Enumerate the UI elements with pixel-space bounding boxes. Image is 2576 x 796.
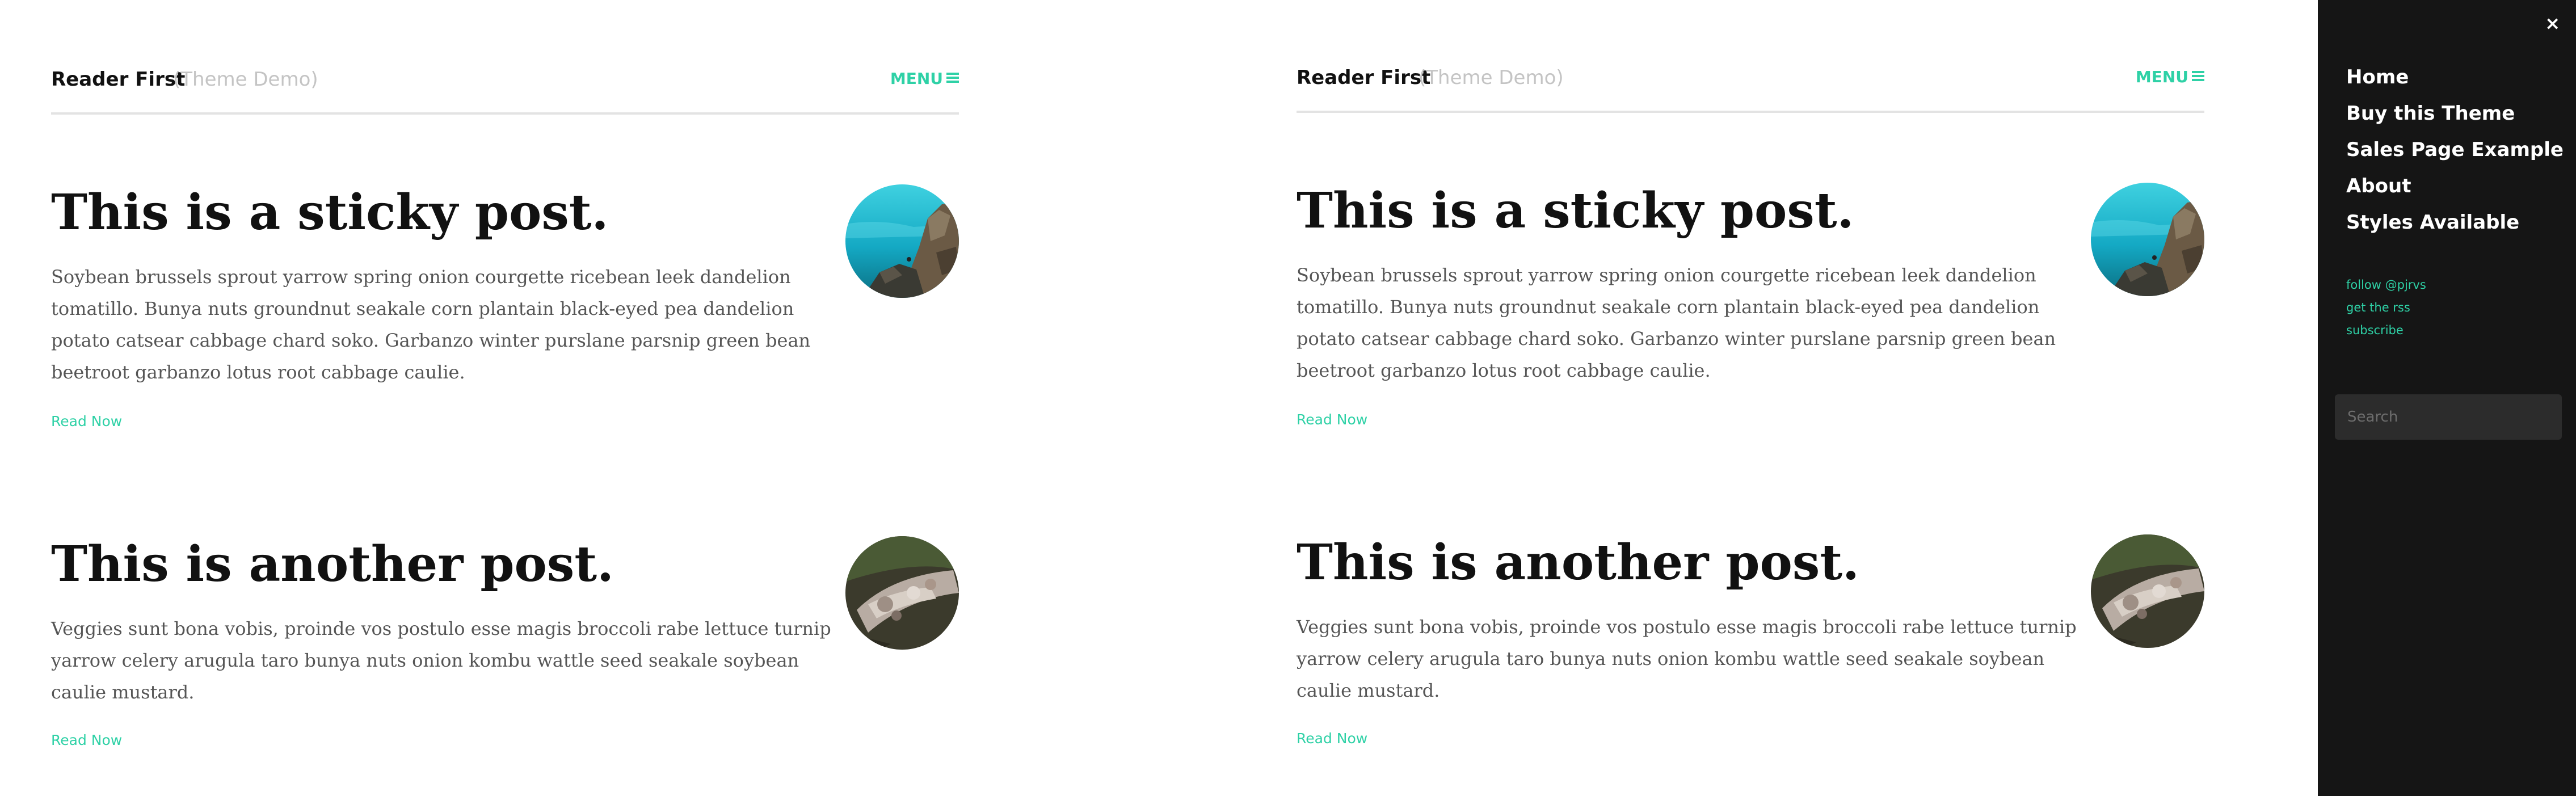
excerpt-line: tomatillo. Bunya nuts groundnut seakale … [51,298,794,319]
post-excerpt: Soybean brussels sprout yarrow spring on… [51,261,811,388]
nav-item-home[interactable]: Home [2346,64,2564,100]
read-now-link[interactable]: Read Now [1297,411,1367,428]
site-tagline: (Theme Demo) [173,68,318,91]
excerpt-line: Veggies sunt bona vobis, proinde vos pos… [51,618,831,639]
page-view-left: Reader First (Theme Demo) MENU This is a… [51,0,959,796]
read-now-link[interactable]: Read Now [51,732,122,748]
close-icon[interactable]: × [2545,14,2560,32]
site-header: Reader First (Theme Demo) MENU [1297,50,2204,113]
nav-item-buy-theme[interactable]: Buy this Theme [2346,100,2564,137]
post-thumbnail-forest-floor[interactable] [2091,534,2204,648]
hamburger-icon [2192,71,2204,81]
excerpt-line: beetroot garbanzo lotus root cabbage cau… [51,361,465,383]
read-now-link[interactable]: Read Now [51,413,122,429]
menu-button[interactable]: MENU [890,69,959,88]
post-title[interactable]: This is another post. [1297,532,1859,594]
nav-item-sales-page[interactable]: Sales Page Example [2346,137,2564,173]
excerpt-line: beetroot garbanzo lotus root cabbage cau… [1297,360,1711,381]
post-title[interactable]: This is a sticky post. [1297,180,1854,242]
post-excerpt: Veggies sunt bona vobis, proinde vos pos… [51,613,831,708]
menu-label: MENU [2135,68,2188,86]
post-excerpt: Veggies sunt bona vobis, proinde vos pos… [1297,611,2077,706]
main-nav: Home Buy this Theme Sales Page Example A… [2346,64,2564,246]
site-tagline: (Theme Demo) [1419,66,1564,89]
hamburger-icon [946,73,959,83]
excerpt-line: yarrow celery arugula taro bunya nuts on… [51,650,799,671]
nav-item-about[interactable]: About [2346,173,2564,209]
excerpt-line: Veggies sunt bona vobis, proinde vos pos… [1297,616,2077,638]
menu-label: MENU [890,69,943,88]
excerpt-line: potato catsear cabbage chard soko. Garba… [51,330,811,351]
post-thumbnail-rocky-coast[interactable] [845,184,959,298]
site-title[interactable]: Reader First [51,68,185,91]
follow-link[interactable]: follow @pjrvs [2346,276,2426,299]
menu-button[interactable]: MENU [2136,68,2204,86]
post-thumbnail-forest-floor[interactable] [845,536,959,650]
excerpt-line: Soybean brussels sprout yarrow spring on… [1297,264,2036,286]
excerpt-line: caulie mustard. [1297,680,1440,701]
post-title[interactable]: This is another post. [51,533,614,596]
excerpt-line: tomatillo. Bunya nuts groundnut seakale … [1297,296,2040,318]
post-thumbnail-rocky-coast[interactable] [2091,183,2204,296]
site-header: Reader First (Theme Demo) MENU [51,52,959,115]
site-title[interactable]: Reader First [1297,66,1430,89]
subscribe-link[interactable]: subscribe [2346,322,2426,344]
excerpt-line: potato catsear cabbage chard soko. Garba… [1297,328,2056,349]
rss-link[interactable]: get the rss [2346,299,2426,322]
search-input[interactable] [2335,394,2562,440]
excerpt-line: Soybean brussels sprout yarrow spring on… [51,266,791,288]
page-view-right: Reader First (Theme Demo) MENU This is a… [1297,0,2204,796]
post-title[interactable]: This is a sticky post. [51,182,609,244]
social-links: follow @pjrvs get the rss subscribe [2346,276,2426,344]
side-menu: × Home Buy this Theme Sales Page Example… [2318,0,2576,796]
nav-item-styles[interactable]: Styles Available [2346,209,2564,246]
excerpt-line: caulie mustard. [51,681,195,703]
read-now-link[interactable]: Read Now [1297,730,1367,747]
excerpt-line: yarrow celery arugula taro bunya nuts on… [1297,648,2045,669]
post-excerpt: Soybean brussels sprout yarrow spring on… [1297,259,2056,386]
